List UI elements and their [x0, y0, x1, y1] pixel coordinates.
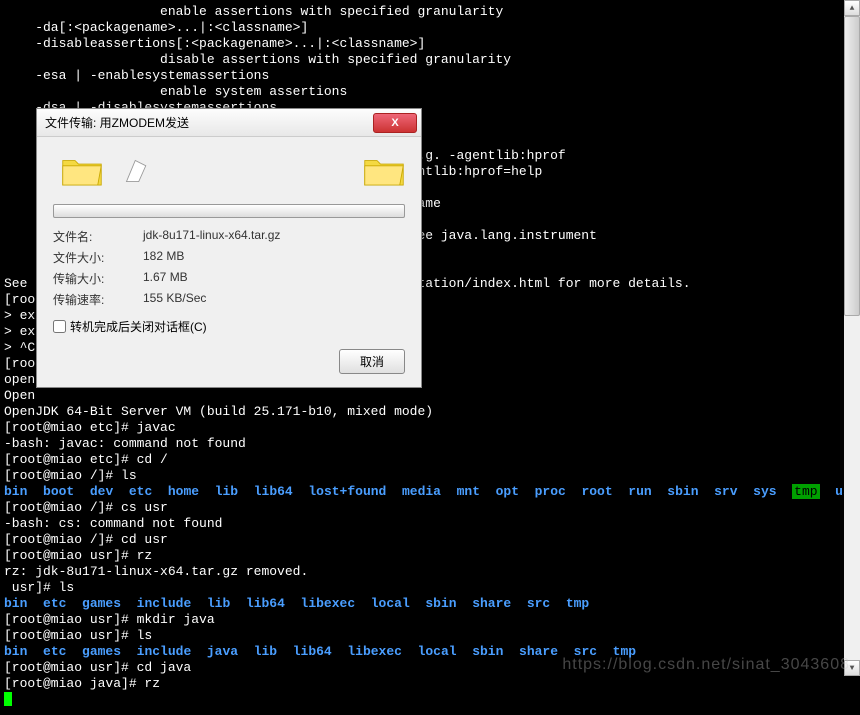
cancel-button[interactable]: 取消 [339, 349, 405, 374]
paper-transfer-icon [123, 157, 151, 188]
scroll-thumb[interactable] [844, 16, 860, 316]
folder-source-icon [61, 153, 103, 192]
close-on-complete-label: 转机完成后关闭对话框(C) [70, 318, 207, 335]
speed-value: 155 KB/Sec [143, 291, 206, 308]
close-icon: X [391, 117, 398, 129]
watermark: https://blog.csdn.net/sinat_3043608 [562, 656, 850, 674]
scroll-up-button[interactable]: ▲ [844, 0, 860, 16]
scrollbar[interactable]: ▲ ▼ [844, 0, 860, 676]
transferred-value: 1.67 MB [143, 270, 188, 287]
close-on-complete-checkbox[interactable] [53, 320, 66, 333]
cursor [4, 692, 12, 706]
transferred-label: 传输大小: [53, 270, 143, 287]
folder-dest-icon [363, 153, 405, 192]
speed-label: 传输速率: [53, 291, 143, 308]
file-transfer-dialog: 文件传输: 用ZMODEM发送 X 文件名: jdk-8u171-linux-x… [36, 108, 422, 388]
progress-bar [53, 204, 405, 218]
filesize-value: 182 MB [143, 249, 184, 266]
filename-value: jdk-8u171-linux-x64.tar.gz [143, 228, 280, 245]
dialog-title: 文件传输: 用ZMODEM发送 [45, 114, 189, 131]
filesize-label: 文件大小: [53, 249, 143, 266]
filename-label: 文件名: [53, 228, 143, 245]
dialog-titlebar[interactable]: 文件传输: 用ZMODEM发送 X [37, 109, 421, 137]
close-button[interactable]: X [373, 113, 417, 133]
